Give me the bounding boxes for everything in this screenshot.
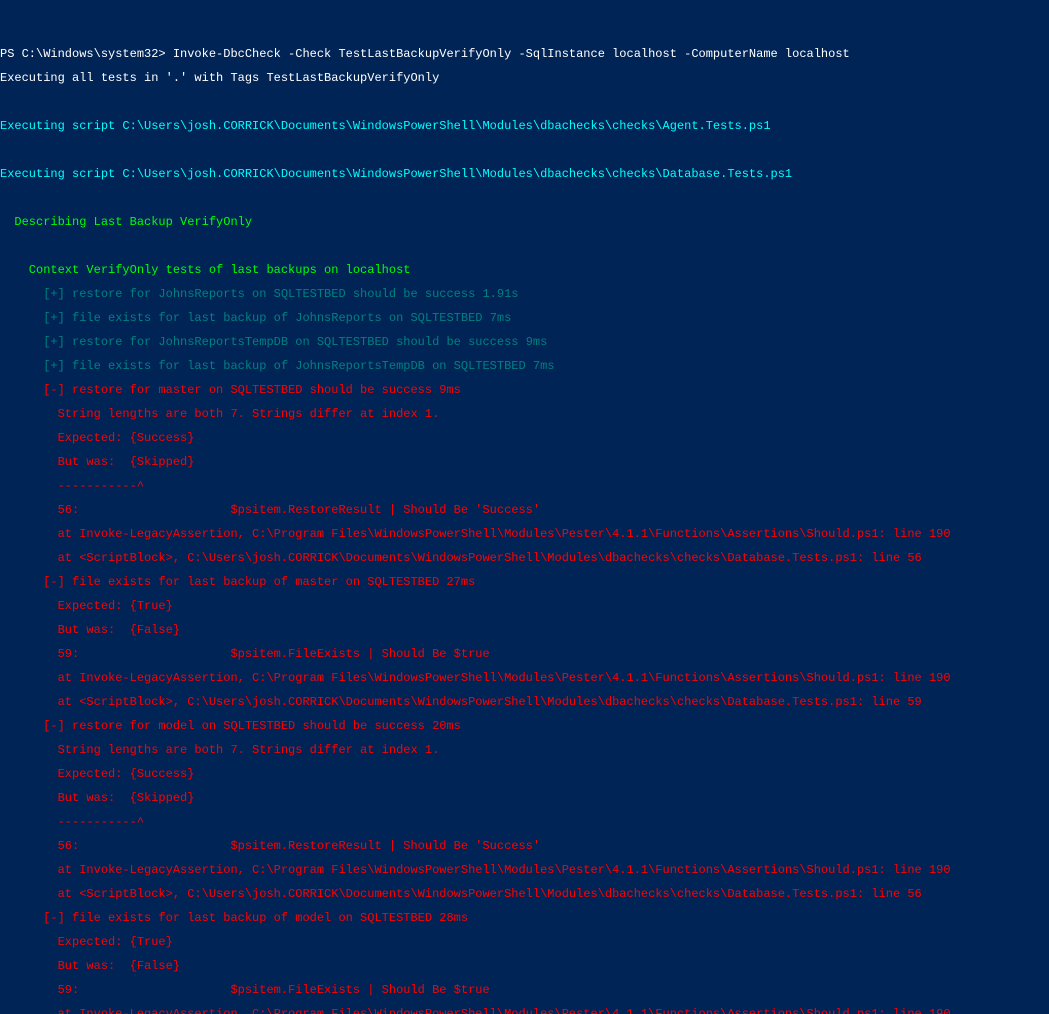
fail-detail: String lengths are both 7. Strings diffe… — [0, 408, 1049, 420]
fail-line-4: [-] file exists for last backup of model… — [0, 912, 1049, 924]
script-line-1: Executing script C:\Users\josh.CORRICK\D… — [0, 120, 1049, 132]
pass-line-3: [+] restore for JohnsReportsTempDB on SQ… — [0, 336, 1049, 348]
pass-line-4: [+] file exists for last backup of Johns… — [0, 360, 1049, 372]
fail-detail: Expected: {True} — [0, 936, 1049, 948]
executing-line: Executing all tests in '.' with Tags Tes… — [0, 72, 1049, 84]
fail-detail: at Invoke-LegacyAssertion, C:\Program Fi… — [0, 528, 1049, 540]
script-line-2: Executing script C:\Users\josh.CORRICK\D… — [0, 168, 1049, 180]
fail-detail: 56: $psitem.RestoreResult | Should Be 'S… — [0, 504, 1049, 516]
pass-line-2: [+] file exists for last backup of Johns… — [0, 312, 1049, 324]
pass-line-1: [+] restore for JohnsReports on SQLTESTB… — [0, 288, 1049, 300]
fail-detail: But was: {Skipped} — [0, 792, 1049, 804]
fail-detail: 59: $psitem.FileExists | Should Be $true — [0, 984, 1049, 996]
fail-detail: Expected: {Success} — [0, 432, 1049, 444]
fail-detail: -----------^ — [0, 816, 1049, 828]
fail-detail: 56: $psitem.RestoreResult | Should Be 'S… — [0, 840, 1049, 852]
fail-detail: But was: {False} — [0, 624, 1049, 636]
fail-detail: at <ScriptBlock>, C:\Users\josh.CORRICK\… — [0, 696, 1049, 708]
blank — [0, 144, 1049, 156]
fail-detail: String lengths are both 7. Strings diffe… — [0, 744, 1049, 756]
blank — [0, 96, 1049, 108]
fail-detail: But was: {False} — [0, 960, 1049, 972]
blank — [0, 192, 1049, 204]
fail-line-2: [-] file exists for last backup of maste… — [0, 576, 1049, 588]
blank — [0, 240, 1049, 252]
fail-detail: at Invoke-LegacyAssertion, C:\Program Fi… — [0, 672, 1049, 684]
fail-detail: Expected: {True} — [0, 600, 1049, 612]
fail-detail: at <ScriptBlock>, C:\Users\josh.CORRICK\… — [0, 888, 1049, 900]
prompt-line: PS C:\Windows\system32> Invoke-DbcCheck … — [0, 48, 1049, 60]
fail-line-1: [-] restore for master on SQLTESTBED sho… — [0, 384, 1049, 396]
fail-detail: But was: {Skipped} — [0, 456, 1049, 468]
fail-detail: 59: $psitem.FileExists | Should Be $true — [0, 648, 1049, 660]
describe-line: Describing Last Backup VerifyOnly — [0, 216, 1049, 228]
fail-detail: at Invoke-LegacyAssertion, C:\Program Fi… — [0, 864, 1049, 876]
fail-detail: at <ScriptBlock>, C:\Users\josh.CORRICK\… — [0, 552, 1049, 564]
fail-line-3: [-] restore for model on SQLTESTBED shou… — [0, 720, 1049, 732]
fail-detail: at Invoke-LegacyAssertion, C:\Program Fi… — [0, 1008, 1049, 1014]
context-line: Context VerifyOnly tests of last backups… — [0, 264, 1049, 276]
fail-detail: -----------^ — [0, 480, 1049, 492]
fail-detail: Expected: {Success} — [0, 768, 1049, 780]
